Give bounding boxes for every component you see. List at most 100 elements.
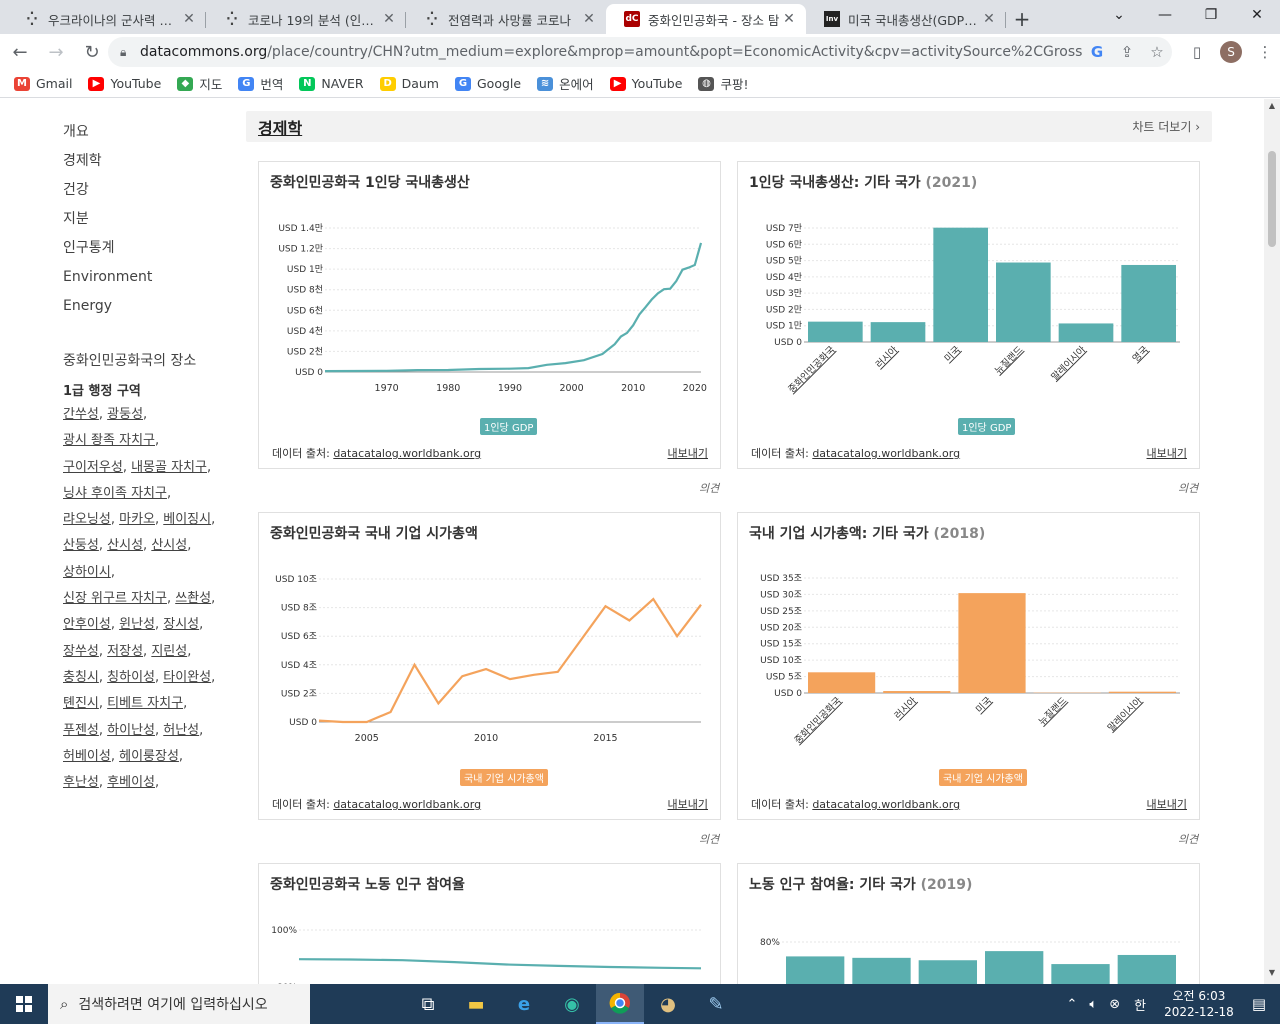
bookmark-item[interactable]: ≋ 온에어	[537, 74, 594, 93]
sidenav-item[interactable]: 경제학	[63, 150, 233, 179]
tab-close-icon[interactable]: ✕	[780, 11, 798, 27]
chrome-icon[interactable]	[596, 984, 644, 1024]
source-link[interactable]: datacatalog.worldbank.org	[333, 447, 481, 460]
restore-icon[interactable]: ❐	[1188, 0, 1234, 30]
browser-tab[interactable]: Inv 미국 국내총생산(GDP) < ✕	[806, 4, 1006, 34]
bookmark-item[interactable]: G Google	[454, 76, 521, 91]
sidenav-item[interactable]: 인구통계	[63, 237, 233, 266]
place-link[interactable]: 안후이성	[63, 617, 111, 632]
source-link[interactable]: datacatalog.worldbank.org	[812, 798, 960, 811]
bookmark-star-icon[interactable]: ☆	[1142, 43, 1172, 61]
share-icon[interactable]: ⇪	[1112, 43, 1142, 61]
place-link[interactable]: 상하이시	[63, 565, 111, 580]
tray-chevron-icon[interactable]: ⌃	[1066, 997, 1077, 1012]
export-link[interactable]: 내보내기	[668, 796, 708, 812]
address-bar[interactable]: 🔒︎ datacommons.org/place/country/CHN?utm…	[108, 37, 1172, 67]
scrollbar-thumb[interactable]	[1268, 151, 1276, 247]
tab-close-icon[interactable]: ✕	[180, 11, 198, 27]
browser-tab[interactable]: dC 중화인민공화국 - 장소 탐 ✕	[606, 4, 806, 34]
section-title[interactable]: 경제학	[258, 115, 302, 139]
place-link[interactable]: 톈진시	[63, 696, 99, 711]
place-link[interactable]: 칭하이성	[107, 670, 155, 685]
ime-indicator[interactable]: 한	[1134, 995, 1146, 1014]
place-link[interactable]: 헤이룽장성	[119, 749, 179, 764]
more-charts-link[interactable]: 차트 더보기 ›	[1132, 118, 1200, 135]
notification-icon[interactable]: ▤	[1252, 995, 1266, 1013]
place-link[interactable]: 티베트 자치구	[107, 696, 183, 711]
place-link[interactable]: 충칭시	[63, 670, 99, 685]
place-link[interactable]: 장쑤성	[63, 644, 99, 659]
browser-tab[interactable]: ⁛ 전염력과 사망률 코로나 ✕	[406, 4, 606, 34]
place-link[interactable]: 지린성	[151, 644, 187, 659]
windows-start-icon[interactable]	[0, 984, 48, 1024]
place-link[interactable]: 쓰촨성	[175, 591, 211, 606]
bookmark-item[interactable]: G 번역	[238, 74, 283, 93]
google-lens-icon[interactable]: G	[1082, 43, 1112, 61]
export-link[interactable]: 내보내기	[668, 445, 708, 461]
place-link[interactable]: 산시성	[151, 538, 187, 553]
place-link[interactable]: 저장성	[107, 644, 143, 659]
sidenav-item[interactable]: Energy	[63, 295, 233, 324]
browser-tab[interactable]: ⁛ 코로나 19의 분석 (인류의 ✕	[206, 4, 406, 34]
tab-close-icon[interactable]: ✕	[380, 11, 398, 27]
tab-close-icon[interactable]: ✕	[980, 11, 998, 27]
place-link[interactable]: 베이징시	[163, 512, 211, 527]
place-link[interactable]: 마카오	[119, 512, 155, 527]
place-link[interactable]: 산시성	[107, 538, 143, 553]
bookmark-item[interactable]: ▶ YouTube	[609, 76, 682, 91]
variable-chip[interactable]: 국내 기업 시가총액	[939, 769, 1027, 786]
place-link[interactable]: 타이완성	[163, 670, 211, 685]
volume-icon[interactable]: 🔈︎	[1089, 997, 1097, 1012]
place-link[interactable]: 랴오닝성	[63, 512, 111, 527]
place-link[interactable]: 허난성	[163, 723, 199, 738]
place-link[interactable]: 후베이성	[107, 775, 155, 790]
taskbar-search-box[interactable]: ⌕ 검색하려면 여기에 입력하십시오	[48, 984, 310, 1024]
variable-chip[interactable]: 국내 기업 시가총액	[460, 769, 548, 786]
edge-icon[interactable]: ◉	[548, 984, 596, 1024]
bookmark-item[interactable]: M Gmail	[14, 76, 72, 91]
minimize-icon[interactable]: —	[1142, 0, 1188, 30]
reload-icon[interactable]: ↻	[76, 36, 108, 68]
bookmark-item[interactable]: ◍ 쿠팡!	[698, 74, 748, 93]
place-link[interactable]: 닝샤 후이족 자치구	[63, 486, 167, 501]
back-icon[interactable]: ←	[4, 36, 36, 68]
place-link[interactable]: 푸젠성	[63, 723, 99, 738]
page-scrollbar[interactable]: ▲ ▼	[1264, 99, 1280, 984]
sidenav-item[interactable]: 지분	[63, 208, 233, 237]
place-link[interactable]: 신장 위구르 자치구	[63, 591, 167, 606]
internet-explorer-icon[interactable]: e	[500, 984, 548, 1024]
bookmark-item[interactable]: N NAVER	[299, 76, 364, 91]
feedback-link[interactable]: 의견	[699, 831, 719, 847]
lock-icon[interactable]: 🔒︎	[120, 45, 140, 60]
close-window-icon[interactable]: ✕	[1234, 0, 1280, 30]
bookmark-item[interactable]: ◆ 지도	[177, 74, 222, 93]
task-view-icon[interactable]: ⧉	[404, 984, 452, 1024]
source-link[interactable]: datacatalog.worldbank.org	[812, 447, 960, 460]
clock[interactable]: 오전 6:03 2022-12-18	[1164, 988, 1234, 1020]
place-link[interactable]: 윈난성	[119, 617, 155, 632]
place-link[interactable]: 후난성	[63, 775, 99, 790]
export-link[interactable]: 내보내기	[1147, 796, 1187, 812]
place-link[interactable]: 장시성	[163, 617, 199, 632]
variable-chip[interactable]: 1인당 GDP	[480, 418, 538, 435]
tab-close-icon[interactable]: ✕	[580, 11, 598, 27]
place-link[interactable]: 산둥성	[63, 538, 99, 553]
file-explorer-icon[interactable]: ▬	[452, 984, 500, 1024]
forward-icon[interactable]: →	[40, 36, 72, 68]
tab-search-icon[interactable]: ⌄	[1096, 0, 1142, 30]
place-link[interactable]: 광시 좡족 자치구	[63, 433, 155, 448]
side-panel-icon[interactable]: ▯	[1182, 43, 1212, 61]
feedback-link[interactable]: 의견	[1178, 831, 1198, 847]
bookmark-item[interactable]: D Daum	[379, 76, 439, 91]
sidenav-item[interactable]: Environment	[63, 266, 233, 295]
place-link[interactable]: 하이난성	[107, 723, 155, 738]
sidenav-item[interactable]: 건강	[63, 179, 233, 208]
sidenav-item[interactable]: 개요	[63, 121, 233, 150]
place-link[interactable]: 허베이성	[63, 749, 111, 764]
place-link[interactable]: 간쑤성	[63, 407, 99, 422]
variable-chip[interactable]: 1인당 GDP	[958, 418, 1016, 435]
owl-app-icon[interactable]: ◕	[644, 984, 692, 1024]
url-text[interactable]: datacommons.org/place/country/CHN?utm_me…	[140, 44, 1082, 60]
place-link[interactable]: 내몽골 자치구	[131, 460, 207, 475]
feedback-link[interactable]: 의견	[699, 480, 719, 496]
